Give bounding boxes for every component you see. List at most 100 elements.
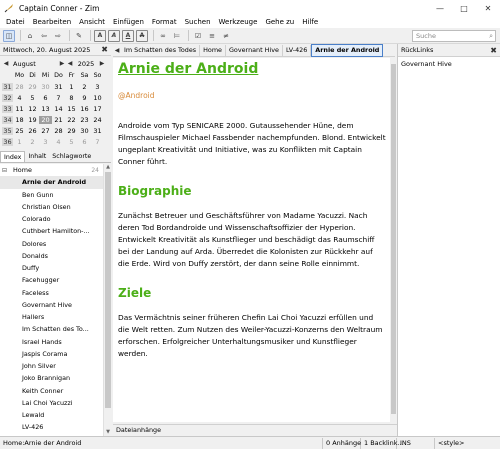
scroll-thumb[interactable] [391, 64, 396, 414]
menu-8[interactable]: Hilfe [298, 16, 322, 28]
tree-item[interactable]: Colorado [0, 213, 103, 225]
tree-item[interactable]: Hallers [0, 311, 103, 323]
scroll-down-icon[interactable]: ▼ [105, 429, 111, 436]
calendar-day[interactable]: 31 [52, 83, 65, 91]
next-month-icon[interactable]: ▶ [58, 60, 66, 67]
bold-icon[interactable]: A [94, 29, 106, 42]
calendar-day[interactable]: 30 [78, 127, 91, 135]
search-input[interactable]: Suche ⌕ [412, 30, 496, 42]
calendar-day[interactable]: 1 [65, 83, 78, 91]
close-icon[interactable]: ✕ [476, 0, 500, 16]
link-icon[interactable]: ∞ [157, 30, 169, 42]
bullet-list-icon[interactable]: ≡ [206, 30, 218, 42]
calendar-day[interactable]: 31 [91, 127, 104, 135]
attachments-pane[interactable]: Dateianhänge [113, 424, 397, 435]
calendar-day[interactable]: 29 [26, 83, 39, 91]
collapse-icon[interactable]: ⊟ [2, 167, 9, 174]
menu-1[interactable]: Bearbeiten [29, 16, 75, 28]
tree-item[interactable]: Joko Brannigan [0, 372, 103, 384]
tree-item[interactable]: Duffy [0, 262, 103, 274]
menu-2[interactable]: Ansicht [75, 16, 109, 28]
scroll-up-icon[interactable]: ▲ [105, 164, 111, 171]
calendar-day[interactable]: 29 [65, 127, 78, 135]
underline-icon[interactable]: A [122, 29, 134, 42]
calendar-day[interactable]: 3 [91, 83, 104, 91]
edit-pencil-icon[interactable]: ✎ [73, 30, 85, 42]
calendar-day[interactable]: 30 [39, 83, 52, 91]
calendar-day[interactable]: 20 [39, 115, 52, 124]
pathbar-item[interactable]: Home [200, 44, 226, 56]
back-arrow-icon[interactable]: ⇦ [38, 30, 50, 42]
tree-item[interactable]: Israel Hands [0, 336, 103, 348]
calendar-day[interactable]: 5 [26, 94, 39, 102]
menu-6[interactable]: Werkzeuge [215, 16, 262, 28]
menu-3[interactable]: Einfügen [109, 16, 148, 28]
prev-month-icon[interactable]: ◀ [2, 60, 10, 67]
tree-item[interactable]: Lewald [0, 409, 103, 421]
tree-item[interactable]: Christian Olsen [0, 201, 103, 213]
calendar-month[interactable]: August [10, 60, 58, 68]
attachment-icon[interactable]: ⊨ [171, 30, 183, 42]
tree-item[interactable]: Dolores [0, 238, 103, 250]
page-tag[interactable]: @Android [118, 91, 390, 100]
strikethrough-icon[interactable]: A [136, 29, 148, 42]
tree-item[interactable]: Donalds [0, 250, 103, 262]
tab-inhalt[interactable]: Inhalt [25, 151, 49, 162]
calendar-day[interactable]: 14 [52, 105, 65, 113]
sidebar-toggle-icon[interactable]: ◫ [3, 29, 15, 42]
calendar-day[interactable]: 9 [78, 94, 91, 102]
tree-root-home[interactable]: ⊟ Home 24 [0, 164, 103, 176]
calendar-day[interactable]: 11 [13, 105, 26, 113]
tree-item[interactable]: Governant Hive [0, 299, 103, 311]
minimize-icon[interactable]: — [428, 0, 452, 16]
tab-index[interactable]: Index [0, 151, 26, 162]
calendar-day[interactable]: 6 [39, 94, 52, 102]
maximize-icon[interactable]: □ [452, 0, 476, 16]
pathbar-left-icon[interactable]: ◀ [113, 47, 121, 54]
tree-item[interactable]: Im Schatten des To... [0, 323, 103, 335]
menu-4[interactable]: Format [148, 16, 181, 28]
index-scrollbar[interactable]: ▲ ▼ [103, 164, 111, 436]
tree-item[interactable]: Keith Conner [0, 385, 103, 397]
pathbar-item[interactable]: LV-426 [283, 44, 312, 56]
calendar-day[interactable]: 25 [13, 127, 26, 135]
calendar-day[interactable]: 8 [65, 94, 78, 102]
tree-item[interactable]: Facehugger [0, 274, 103, 286]
numbered-list-icon[interactable]: ≠ [220, 30, 232, 42]
calendar-day[interactable]: 15 [65, 105, 78, 113]
calendar-day[interactable]: 22 [65, 116, 78, 124]
calendar-day[interactable]: 4 [52, 138, 65, 146]
menu-0[interactable]: Datei [2, 16, 29, 28]
pathbar-item[interactable]: Arnie der Android [311, 43, 384, 57]
calendar-day[interactable]: 4 [13, 94, 26, 102]
pathbar-item[interactable]: Governant Hive [226, 44, 283, 56]
calendar-day[interactable]: 17 [91, 105, 104, 113]
calendar-day[interactable]: 2 [78, 83, 91, 91]
tree-item[interactable]: LV-426 [0, 421, 103, 433]
menu-5[interactable]: Suchen [181, 16, 215, 28]
prev-year-icon[interactable]: ◀ [66, 60, 74, 67]
tree-item[interactable]: Faceless [0, 287, 103, 299]
scroll-thumb[interactable] [105, 172, 111, 408]
tree-item[interactable]: Jaspis Corama [0, 348, 103, 360]
tree-item[interactable]: Lai Choi Yacuzzi [0, 397, 103, 409]
calendar-day[interactable]: 6 [78, 138, 91, 146]
calendar-day[interactable]: 27 [39, 127, 52, 135]
tree-item[interactable]: Cuthbert Hamilton-... [0, 225, 103, 237]
calendar-day[interactable]: 18 [13, 116, 26, 124]
home-icon[interactable]: ⌂ [24, 30, 36, 42]
italic-icon[interactable]: A [108, 29, 120, 42]
backlink-item[interactable]: Governant Hive [398, 57, 500, 71]
calendar-day[interactable]: 5 [65, 138, 78, 146]
calendar-day[interactable]: 28 [13, 83, 26, 91]
calendar-day[interactable]: 26 [26, 127, 39, 135]
close-icon[interactable]: ✖ [490, 46, 497, 55]
search-icon[interactable]: ⌕ [489, 31, 493, 41]
forward-arrow-icon[interactable]: ⇨ [52, 30, 64, 42]
calendar-day[interactable]: 7 [91, 138, 104, 146]
checkbox-list-icon[interactable]: ☑ [192, 30, 204, 42]
menu-7[interactable]: Gehe zu [261, 16, 298, 28]
close-icon[interactable]: ✖ [101, 45, 108, 54]
status-style[interactable]: <style> [435, 438, 495, 449]
tab-schlagworte[interactable]: Schlagworte [49, 151, 94, 162]
